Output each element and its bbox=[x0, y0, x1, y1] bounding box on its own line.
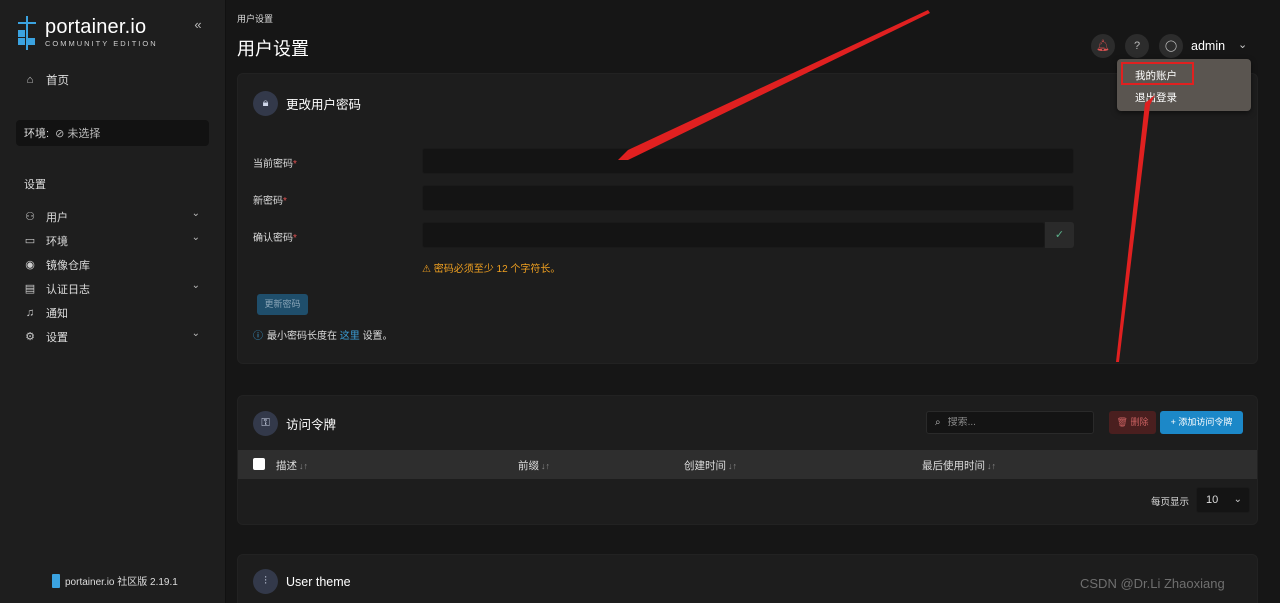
card-title: 访问令牌 bbox=[286, 418, 337, 432]
username[interactable]: admin bbox=[1191, 39, 1225, 53]
search-input[interactable] bbox=[947, 417, 1078, 428]
sidebar-item-environments[interactable]: ▭ 环境 ⌄ bbox=[24, 229, 204, 253]
lock-icon: 🔒︎ bbox=[253, 91, 278, 116]
chevron-down-icon: ⌄ bbox=[1233, 494, 1242, 505]
sidebar-item-auth-logs[interactable]: ▤ 认证日志 ⌄ bbox=[24, 277, 204, 301]
card-title: 更改用户密码 bbox=[286, 98, 362, 112]
settings-heading: 设置 bbox=[24, 179, 46, 191]
portainer-logo-icon bbox=[16, 16, 38, 50]
column-header-last-used[interactable]: 最后使用时间 ↓↑ bbox=[922, 458, 996, 473]
breadcrumb: 用户设置 bbox=[237, 14, 274, 24]
sidebar-item-registries[interactable]: ◉ 镜像仓库 bbox=[24, 253, 204, 277]
confirm-password-label: 确认密码* bbox=[253, 233, 297, 244]
password-length-warning: ⚠ 密码必须至少 12 个字符长。 bbox=[422, 264, 561, 275]
new-password-field[interactable] bbox=[422, 185, 1074, 211]
settings-link[interactable]: 这里 bbox=[340, 331, 360, 342]
hdd-icon: ▭ bbox=[24, 235, 36, 247]
watermark: CSDN @Dr.Li Zhaoxiang bbox=[1080, 576, 1225, 591]
select-all-checkbox[interactable] bbox=[253, 458, 265, 470]
chevron-down-icon: ⌄ bbox=[191, 280, 200, 291]
sidebar-item-label: 镜像仓库 bbox=[46, 260, 90, 272]
delete-button[interactable]: 🗑︎ 删除 bbox=[1109, 411, 1156, 434]
sidebar-item-label: 认证日志 bbox=[46, 284, 90, 296]
sidebar-item-label: 首页 bbox=[46, 75, 69, 87]
per-page-label: 每页显示 bbox=[1151, 497, 1190, 508]
chevron-down-icon: ⌄ bbox=[191, 328, 200, 339]
settings-nav: ⚇ 用户 ⌄ ▭ 环境 ⌄ ◉ 镜像仓库 ▤ 认证日志 ⌄ ♫ 通知 ⚙ 设置 … bbox=[24, 205, 204, 349]
environment-selector: 环境: ⊘ 未选择 bbox=[16, 120, 209, 146]
confirm-password-field[interactable] bbox=[422, 222, 1045, 248]
chevron-down-icon: ⌄ bbox=[191, 208, 200, 219]
new-password-label: 新密码* bbox=[253, 196, 287, 207]
sidebar-item-label: 通知 bbox=[46, 308, 68, 320]
notifications-bell-icon[interactable]: 🔔︎ bbox=[1091, 34, 1115, 58]
tokens-table-header: 描述 ↓↑ 前缀 ↓↑ 创建时间 ↓↑ 最后使用时间 ↓↑ bbox=[238, 450, 1257, 479]
per-page-select[interactable]: 10 ⌄ bbox=[1196, 487, 1250, 513]
info-icon: ⓘ bbox=[253, 331, 263, 342]
sidebar-item-notifications[interactable]: ♫ 通知 bbox=[24, 301, 204, 325]
sidebar: portainer.io COMMUNITY EDITION « ⌂ 首页 环境… bbox=[0, 0, 226, 603]
menu-item-logout[interactable]: 退出登录 bbox=[1135, 90, 1177, 105]
column-header-prefix[interactable]: 前缀 ↓↑ bbox=[518, 458, 550, 473]
current-password-field[interactable] bbox=[422, 148, 1074, 174]
bell-icon: ♫ bbox=[25, 307, 35, 319]
environment-label: 环境: bbox=[24, 128, 50, 140]
token-search: ⌕ bbox=[926, 411, 1094, 434]
update-password-button[interactable]: 更新密码 bbox=[257, 294, 308, 315]
current-password-label: 当前密码* bbox=[253, 159, 297, 170]
home-icon: ⌂ bbox=[26, 74, 34, 86]
portainer-logo[interactable]: portainer.io COMMUNITY EDITION bbox=[16, 16, 158, 50]
change-password-card: 🔒︎ 更改用户密码 当前密码* 新密码* 确认密码* ✓ ⚠ 密码必须至少 12… bbox=[237, 73, 1258, 364]
sidebar-item-users[interactable]: ⚇ 用户 ⌄ bbox=[24, 205, 204, 229]
search-icon: ⌕ bbox=[935, 417, 941, 428]
access-tokens-card: ⚿ 访问令牌 ⌕ 🗑︎ 删除 + 添加访问令牌 描述↓↑ 前缀↓↑ 创建时间↓↑… bbox=[237, 395, 1258, 525]
logo-subtitle: COMMUNITY EDITION bbox=[45, 39, 158, 48]
sidebar-item-label: 环境 bbox=[46, 236, 68, 248]
environment-value: ⊘ 未选择 bbox=[55, 128, 101, 140]
chevron-down-icon[interactable]: ⌄ bbox=[1238, 38, 1247, 51]
sidebar-item-label: 用户 bbox=[46, 212, 68, 224]
password-hint: ⓘ 最小密码长度在 这里 设置。 bbox=[253, 331, 393, 342]
user-avatar-icon[interactable]: ◯ bbox=[1159, 34, 1183, 58]
help-icon[interactable]: ? bbox=[1125, 34, 1149, 58]
sidebar-item-label: 设置 bbox=[46, 332, 68, 344]
file-text-icon: ▤ bbox=[24, 283, 36, 295]
chevron-down-icon: ⌄ bbox=[191, 232, 200, 243]
users-icon: ⚇ bbox=[25, 211, 35, 223]
check-icon: ✓ bbox=[1045, 222, 1074, 248]
annotation-highlight-box bbox=[1121, 62, 1194, 85]
column-header-created[interactable]: 创建时间 ↓↑ bbox=[684, 458, 737, 473]
gear-icon: ⚙ bbox=[25, 331, 35, 343]
key-icon: ⚿ bbox=[253, 411, 278, 436]
radio-icon: ◉ bbox=[25, 259, 35, 271]
sliders-icon: ⫶ bbox=[253, 569, 278, 594]
sidebar-item-home[interactable]: ⌂ 首页 bbox=[24, 72, 69, 88]
page-title: 用户设置 bbox=[237, 39, 309, 59]
version-text: portainer.io 社区版 2.19.1 bbox=[65, 577, 178, 588]
collapse-sidebar-button[interactable]: « bbox=[187, 16, 209, 36]
portainer-mini-logo-icon bbox=[52, 573, 60, 588]
column-header-description[interactable]: 描述 ↓↑ bbox=[276, 458, 308, 473]
version-info: portainer.io 社区版 2.19.1 bbox=[52, 573, 178, 588]
add-access-token-button[interactable]: + 添加访问令牌 bbox=[1160, 411, 1243, 434]
logo-title: portainer.io bbox=[45, 16, 147, 38]
sidebar-item-settings[interactable]: ⚙ 设置 ⌄ bbox=[24, 325, 204, 349]
card-title: User theme bbox=[286, 574, 351, 589]
